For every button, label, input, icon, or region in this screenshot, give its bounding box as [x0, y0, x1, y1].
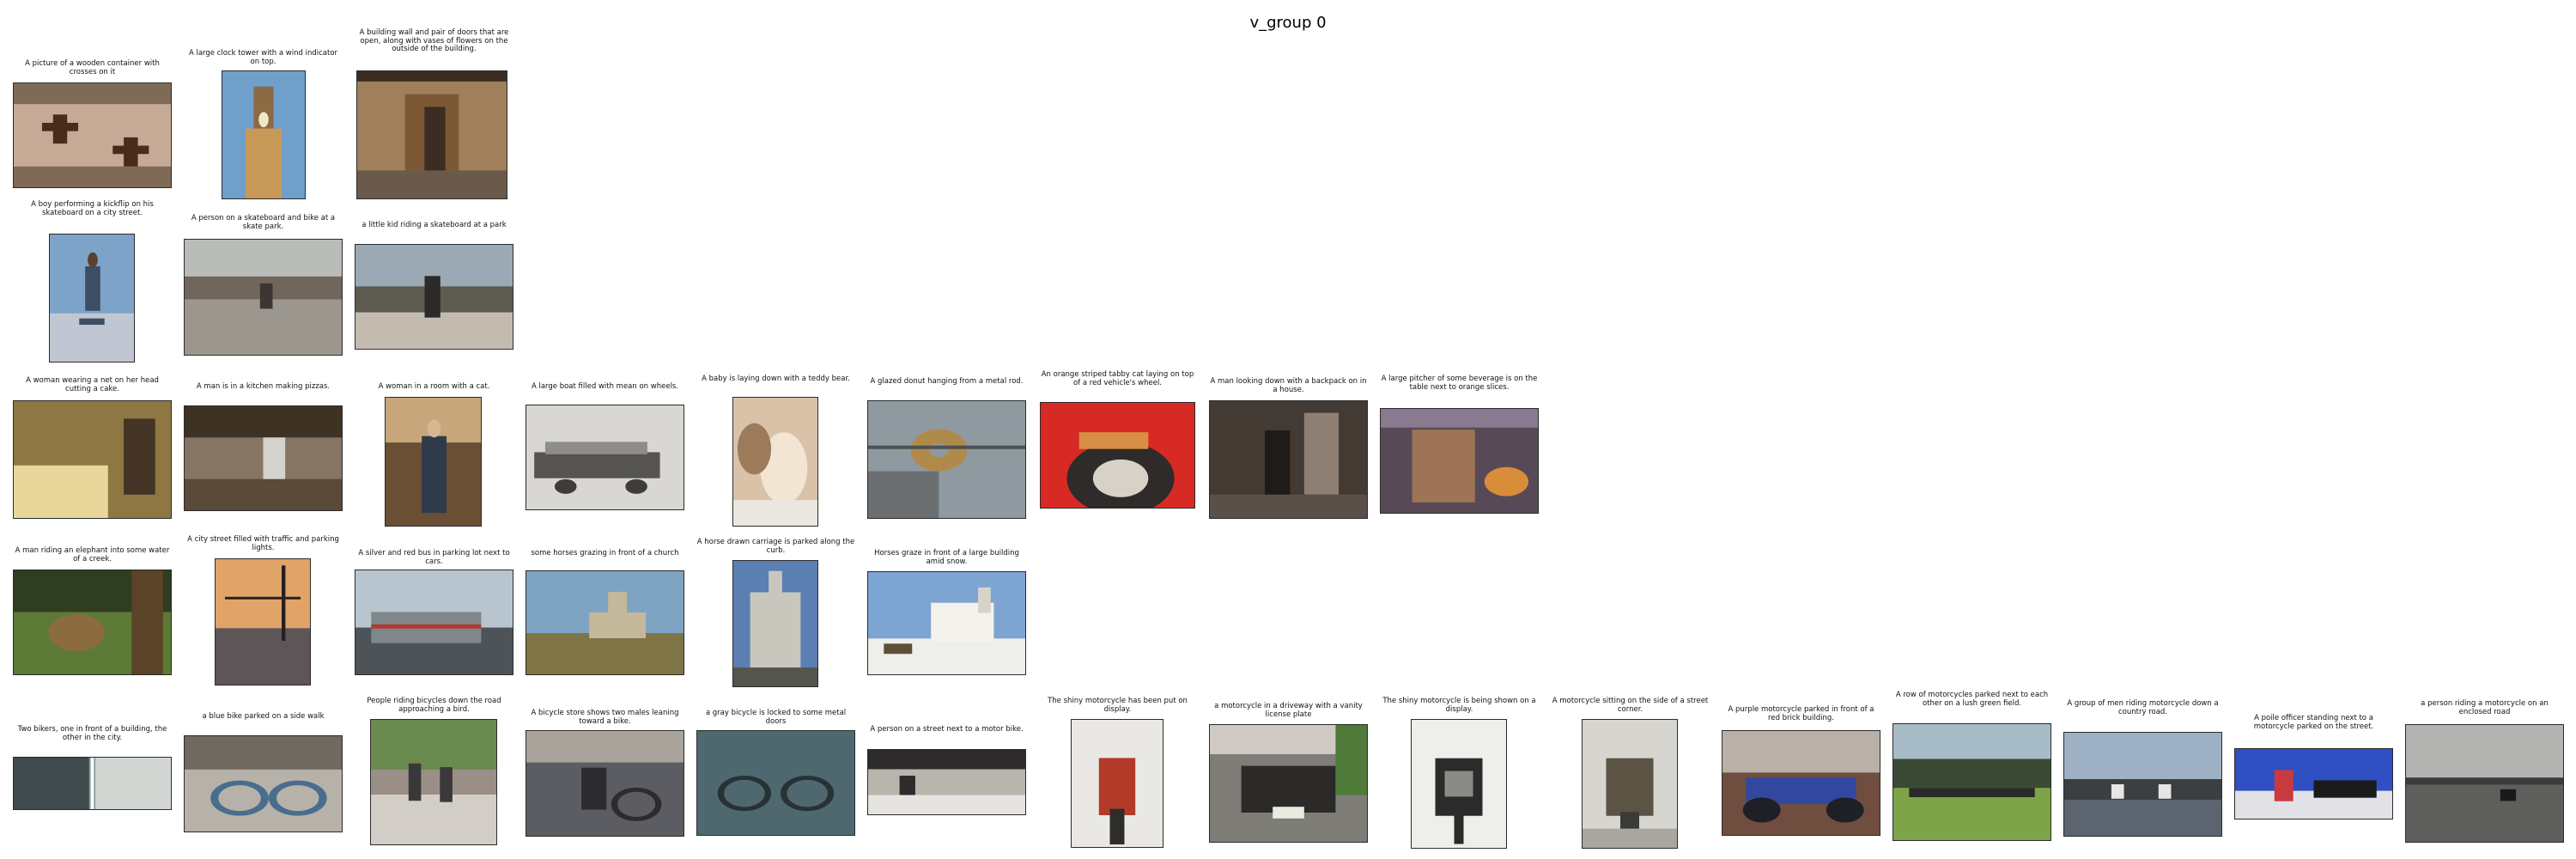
image-thumbnail — [867, 749, 1026, 815]
image-thumbnail — [1209, 400, 1368, 519]
image-caption: A man is in a kitchen making pizzas. — [196, 382, 331, 391]
image-caption: A boy performing a kickflip on his skate… — [31, 200, 154, 217]
image-thumbnail — [184, 405, 343, 511]
image-thumbnail — [356, 70, 507, 199]
image-caption: a motorcycle in a driveway with a vanity… — [1214, 702, 1363, 719]
image-thumbnail — [1209, 724, 1368, 843]
image-caption: A silver and red bus in parking lot next… — [358, 549, 510, 566]
image-caption: People riding bicycles down the road app… — [367, 697, 501, 714]
image-caption: A baby is laying down with a teddy bear. — [702, 375, 850, 383]
image-caption: Horses graze in front of a large buildin… — [874, 549, 1019, 566]
image-caption: a gray bicycle is locked to some metal d… — [705, 709, 847, 726]
image-thumbnail — [370, 719, 497, 845]
image-thumbnail — [13, 400, 172, 519]
image-thumbnail — [385, 397, 482, 527]
image-caption: A bicycle store shows two males leaning … — [531, 709, 679, 726]
image-thumbnail — [1040, 402, 1195, 509]
image-caption: The shiny motorcycle has been put on dis… — [1048, 697, 1188, 714]
image-thumbnail — [13, 82, 172, 188]
image-thumbnail — [1582, 719, 1678, 849]
image-thumbnail — [1071, 719, 1163, 848]
image-caption: A woman wearing a net on her head cuttin… — [26, 376, 159, 393]
image-caption: A picture of a wooden container with cro… — [25, 59, 160, 76]
image-thumbnail — [526, 405, 684, 510]
image-thumbnail — [13, 757, 172, 810]
image-caption: A large clock tower with a wind indicato… — [188, 49, 338, 66]
image-thumbnail — [222, 70, 306, 199]
image-thumbnail — [215, 558, 311, 685]
image-caption: A large boat filled with mean on wheels. — [531, 382, 679, 391]
image-thumbnail — [2063, 732, 2222, 837]
image-caption: some horses grazing in front of a church — [531, 549, 679, 557]
image-thumbnail — [1893, 723, 2051, 841]
image-caption: A building wall and pair of doors that a… — [359, 28, 509, 53]
image-thumbnail — [2405, 724, 2564, 843]
image-caption: Two bikers, one in front of a building, … — [17, 725, 167, 742]
image-caption: A motorcycle sitting on the side of a st… — [1552, 697, 1709, 714]
image-thumbnail — [1722, 730, 1880, 836]
image-thumbnail — [696, 730, 855, 836]
image-caption: a person riding a motorcycle on an enclo… — [2421, 699, 2549, 716]
image-thumbnail — [184, 239, 343, 356]
image-caption: A person on a street next to a motor bik… — [870, 725, 1024, 734]
image-thumbnail — [732, 560, 818, 687]
image-caption: A large pitcher of some beverage is on t… — [1381, 375, 1538, 392]
image-caption: The shiny motorcycle is being shown on a… — [1382, 697, 1536, 714]
image-thumbnail — [355, 244, 513, 350]
image-thumbnail — [867, 571, 1026, 675]
image-caption: A horse drawn carriage is parked along t… — [696, 538, 855, 555]
image-caption: An orange striped tabby cat laying on to… — [1041, 370, 1194, 387]
image-caption: A woman in a room with a cat. — [378, 382, 490, 391]
image-caption: A person on a skateboard and bike at a s… — [191, 214, 336, 231]
image-thumbnail — [355, 570, 513, 675]
image-thumbnail — [2234, 748, 2393, 819]
image-caption: a little kid riding a skateboard at a pa… — [361, 221, 507, 229]
image-caption: A city street filled with traffic and pa… — [187, 535, 339, 552]
image-thumbnail — [49, 234, 135, 362]
image-caption: A group of men riding motorcycle down a … — [2067, 699, 2219, 716]
image-caption: A row of motorcycles parked next to each… — [1895, 691, 2049, 708]
image-thumbnail — [1380, 408, 1539, 514]
image-caption: A man looking down with a backpack on in… — [1210, 377, 1367, 394]
image-thumbnail — [526, 730, 684, 837]
image-caption: A poile officer standing next to a motor… — [2253, 714, 2374, 731]
image-thumbnail — [732, 397, 818, 527]
image-thumbnail — [867, 400, 1026, 519]
image-thumbnail — [13, 570, 172, 675]
image-thumbnail — [526, 570, 684, 675]
image-thumbnail — [184, 735, 343, 832]
image-caption: a blue bike parked on a side walk — [202, 712, 325, 721]
image-caption: A glazed donut hanging from a metal rod. — [870, 377, 1024, 386]
image-thumbnail — [1411, 719, 1507, 849]
image-caption: A man riding an elephant into some water… — [15, 546, 170, 564]
image-caption: A purple motorcycle parked in front of a… — [1728, 705, 1874, 722]
